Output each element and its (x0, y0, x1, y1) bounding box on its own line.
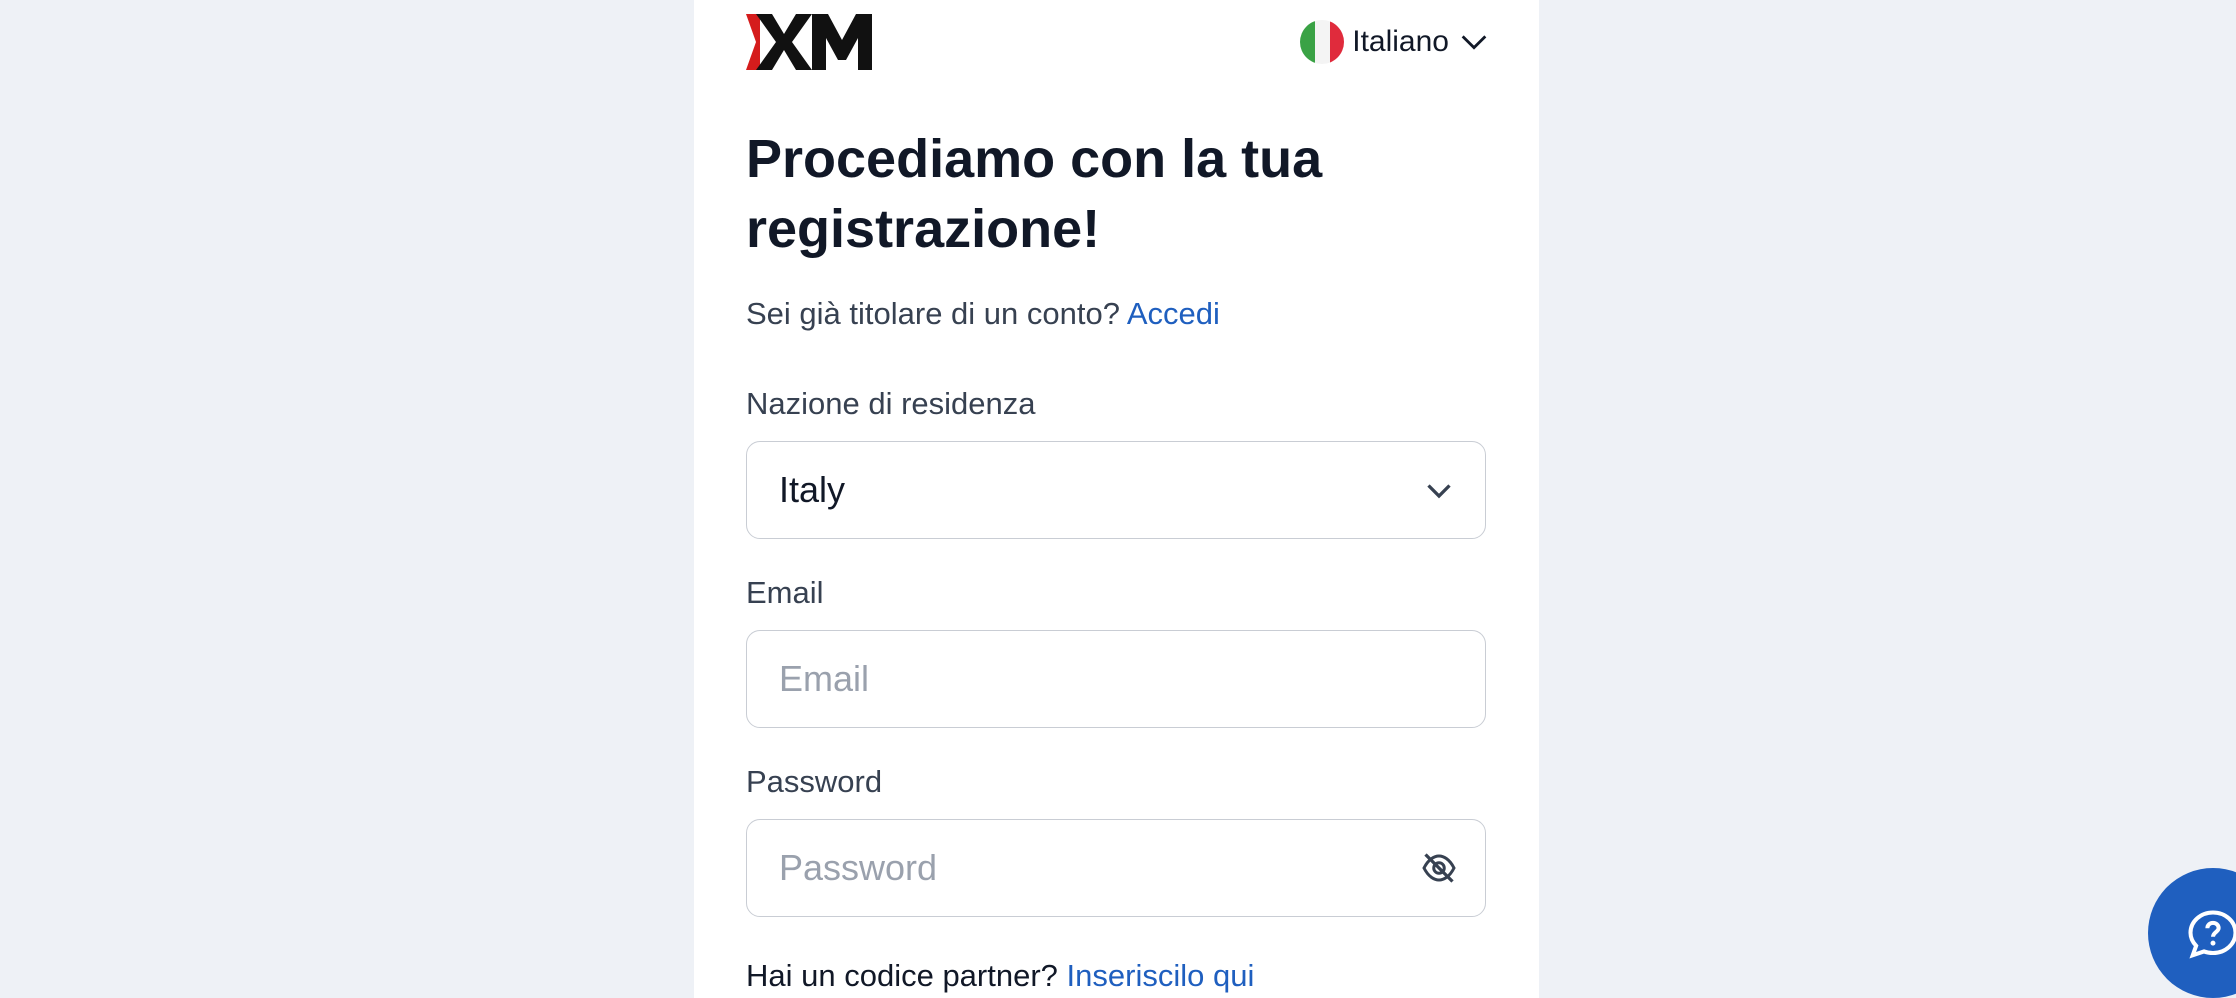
header: Italiano (746, 12, 1491, 72)
email-field[interactable]: Email (746, 630, 1486, 728)
language-selector[interactable]: Italiano (1300, 18, 1491, 66)
signin-link[interactable]: Accedi (1127, 296, 1220, 331)
partner-prompt-text: Hai un codice partner? (746, 958, 1058, 993)
chevron-down-icon (1461, 35, 1487, 50)
chevron-down-icon (1427, 484, 1451, 499)
italy-flag-icon (1300, 20, 1345, 64)
country-label: Nazione di residenza (746, 386, 1036, 421)
country-select[interactable]: Italy (746, 441, 1486, 539)
password-label: Password (746, 764, 883, 799)
email-placeholder: Email (779, 658, 870, 699)
xm-logo (746, 14, 872, 70)
eye-slash-icon[interactable] (1421, 850, 1457, 886)
page-title: Procediamo con la tua registrazione! (746, 129, 1323, 259)
email-label: Email (746, 575, 824, 610)
partner-link[interactable]: Inseriscilo qui (1067, 958, 1255, 993)
password-field[interactable]: Password (746, 819, 1486, 917)
password-placeholder: Password (779, 847, 938, 888)
partner-prompt: Hai un codice partner? Inseriscilo qui (746, 958, 1254, 994)
country-value: Italy (779, 469, 846, 510)
help-chat-icon (2188, 910, 2236, 959)
signin-prompt: Sei già titolare di un conto? Accedi (746, 296, 1220, 332)
signin-prompt-text: Sei già titolare di un conto? (746, 296, 1120, 331)
registration-card: Italiano Procediamo con la tua registraz… (694, 0, 1539, 998)
language-label: Italiano (1352, 25, 1449, 58)
help-chat-button[interactable] (2148, 868, 2236, 998)
